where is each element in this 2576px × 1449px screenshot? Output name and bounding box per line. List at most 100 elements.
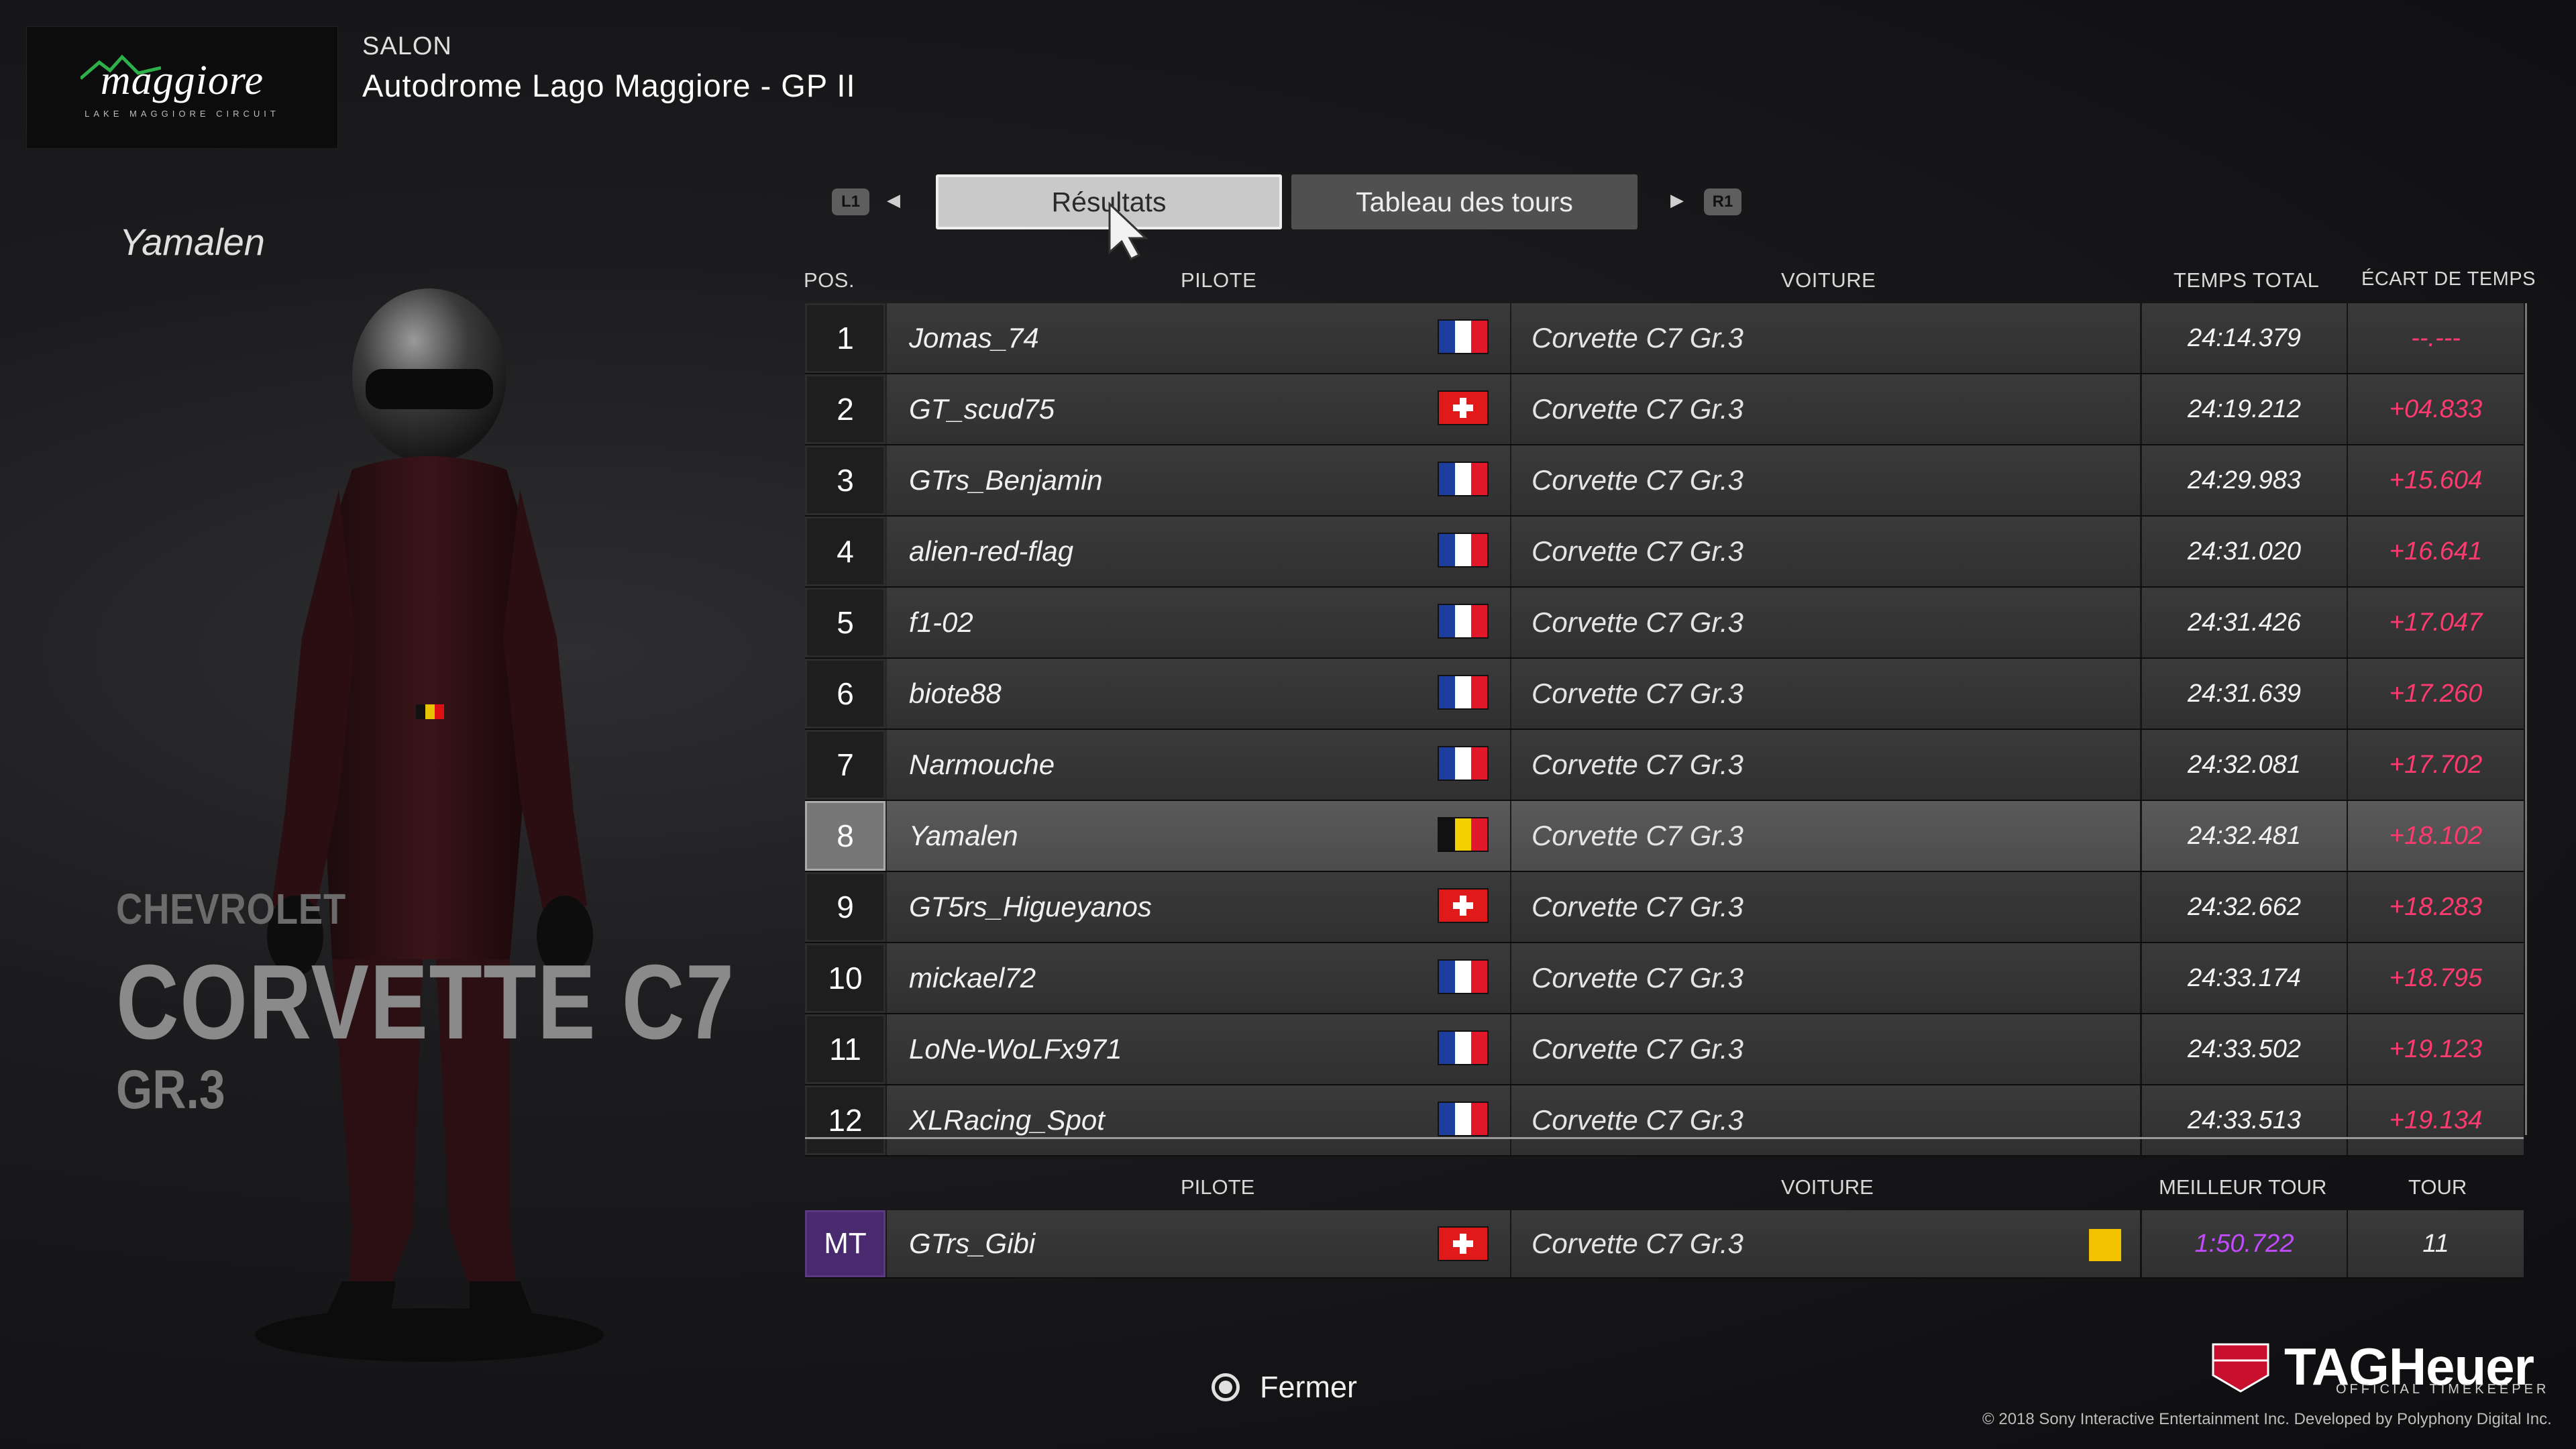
row-pilote-name: GTrs_Benjamin [909, 464, 1103, 496]
row-voiture: Corvette C7 Gr.3 [1511, 1014, 2140, 1084]
row-position: 5 [805, 588, 885, 657]
table-row[interactable]: 3 GTrs_Benjamin Corvette C7 Gr.3 24:29.983 +… [805, 445, 2524, 517]
row-position: 10 [805, 943, 885, 1013]
flag-fr-icon [1438, 604, 1489, 639]
tagheuer-shield-icon [2212, 1343, 2269, 1393]
best-lap-row[interactable]: MT GTrs_Gibi Corvette C7 Gr.3 1:50.722 1… [805, 1210, 2524, 1279]
table-row[interactable]: 8 Yamalen Corvette C7 Gr.3 24:32.481 +18.102 [805, 801, 2524, 872]
scrollbar[interactable] [2525, 303, 2527, 1135]
row-pilote: GT_scud75 [887, 374, 1510, 444]
car-color-swatch-icon [2089, 1229, 2121, 1261]
row-gap: +04.833 [2348, 374, 2524, 444]
row-pilote: mickael72 [887, 943, 1510, 1013]
row-pilote: GTrs_Benjamin [887, 445, 1510, 515]
row-gap: +18.795 [2348, 943, 2524, 1013]
row-gap: +18.283 [2348, 872, 2524, 942]
table-row[interactable]: 1 Jomas_74 Corvette C7 Gr.3 24:14.379 --.--- [805, 303, 2524, 374]
table-row[interactable]: 10 mickael72 Corvette C7 Gr.3 24:33.174 +18.… [805, 943, 2524, 1014]
r1-button-icon[interactable]: R1 [1704, 189, 1741, 215]
table-row[interactable]: 9 GT5rs_Higueyanos Corvette C7 Gr.3 24:32.6… [805, 872, 2524, 943]
row-voiture: Corvette C7 Gr.3 [1511, 1085, 2140, 1155]
row-pilote: biote88 [887, 659, 1510, 729]
flag-fr-icon [1438, 533, 1489, 568]
flag-fr-icon [1438, 1102, 1489, 1136]
tab-lap-table[interactable]: Tableau des tours [1291, 174, 1638, 229]
row-position: 9 [805, 872, 885, 942]
table-row[interactable]: 4 alien-red-flag Corvette C7 Gr.3 24:31.020… [805, 517, 2524, 588]
arrow-right-icon[interactable]: ▶ [1670, 190, 1684, 211]
row-position: 3 [805, 445, 885, 515]
flag-be-icon [1438, 817, 1489, 852]
row-voiture: Corvette C7 Gr.3 [1511, 872, 2140, 942]
track-logo: maggiore LAKE MAGGIORE CIRCUIT [26, 26, 338, 149]
row-voiture: Corvette C7 Gr.3 [1511, 303, 2140, 373]
col-header-voiture: VOITURE [1781, 268, 1876, 292]
col-header-pos: POS. [804, 268, 855, 292]
table-row[interactable]: 7 Narmouche Corvette C7 Gr.3 24:32.081 +17.7… [805, 730, 2524, 801]
l1-button-icon[interactable]: L1 [832, 189, 869, 215]
close-label: Fermer [1260, 1370, 1357, 1404]
row-pilote: Yamalen [887, 801, 1510, 871]
row-total-time: 24:14.379 [2142, 303, 2347, 373]
best-header-lap: TOUR [2408, 1175, 2467, 1199]
copyright: © 2018 Sony Interactive Entertainment In… [1982, 1410, 2552, 1428]
row-position: 7 [805, 730, 885, 800]
row-pilote-name: Yamalen [909, 820, 1018, 851]
flag-ch-icon [1438, 390, 1489, 425]
row-gap: --.--- [2348, 303, 2524, 373]
row-total-time: 24:19.212 [2142, 374, 2347, 444]
row-pilote-name: GT_scud75 [909, 393, 1055, 425]
close-button[interactable]: Fermer [1212, 1370, 1357, 1405]
row-voiture: Corvette C7 Gr.3 [1511, 730, 2140, 800]
row-voiture: Corvette C7 Gr.3 [1511, 517, 2140, 586]
table-row[interactable]: 12 XLRacing_Spot Corvette C7 Gr.3 24:33.513… [805, 1085, 2524, 1157]
best-lap-badge: MT [805, 1210, 885, 1277]
table-row[interactable]: 11 LoNe-WoLFx971 Corvette C7 Gr.3 24:33.502… [805, 1014, 2524, 1085]
row-total-time: 24:32.481 [2142, 801, 2347, 871]
row-voiture: Corvette C7 Gr.3 [1511, 445, 2140, 515]
row-pilote: LoNe-WoLFx971 [887, 1014, 1510, 1084]
row-total-time: 24:31.426 [2142, 588, 2347, 657]
flag-ch-icon [1438, 888, 1489, 923]
table-row[interactable]: 6 biote88 Corvette C7 Gr.3 24:31.639 +17.260 [805, 659, 2524, 730]
row-gap: +19.134 [2348, 1085, 2524, 1155]
driver-name: Yamalen [119, 221, 265, 263]
row-total-time: 24:33.174 [2142, 943, 2347, 1013]
row-total-time: 24:31.020 [2142, 517, 2347, 586]
car-model: CORVETTE C7 [116, 943, 735, 1061]
car-brand: CHEVROLET [116, 885, 347, 933]
track-title: Autodrome Lago Maggiore - GP II [362, 68, 856, 103]
col-header-pilote: PILOTE [1181, 268, 1257, 292]
row-voiture: Corvette C7 Gr.3 [1511, 588, 2140, 657]
row-pilote-name: XLRacing_Spot [909, 1104, 1105, 1136]
best-header-best-lap: MEILLEUR TOUR [2159, 1175, 2327, 1199]
row-voiture: Corvette C7 Gr.3 [1511, 374, 2140, 444]
row-position: 6 [805, 659, 885, 729]
best-header-voiture: VOITURE [1781, 1175, 1874, 1199]
row-gap: +19.123 [2348, 1014, 2524, 1084]
row-pilote-name: mickael72 [909, 962, 1036, 994]
table-divider [805, 1137, 2524, 1139]
flag-fr-icon [1438, 319, 1489, 354]
track-logo-wordmark: maggiore [80, 54, 264, 105]
row-position: 11 [805, 1014, 885, 1084]
table-row[interactable]: 5 f1-02 Corvette C7 Gr.3 24:31.426 +17.047 [805, 588, 2524, 659]
best-lap-time: 1:50.722 [2142, 1210, 2347, 1277]
tagheuer-subtitle: OFFICIAL TIMEKEEPER [2336, 1382, 2550, 1397]
best-header-pilote: PILOTE [1181, 1175, 1255, 1199]
row-gap: +18.102 [2348, 801, 2524, 871]
row-total-time: 24:33.502 [2142, 1014, 2347, 1084]
row-position: 12 [805, 1085, 885, 1155]
driver-avatar [255, 288, 604, 1362]
row-pilote-name: Jomas_74 [909, 322, 1039, 354]
arrow-left-icon[interactable]: ◀ [887, 190, 900, 211]
mountain-icon [80, 54, 161, 80]
flag-fr-icon [1438, 462, 1489, 496]
table-row[interactable]: 2 GT_scud75 Corvette C7 Gr.3 24:19.212 +04.8… [805, 374, 2524, 445]
row-gap: +17.260 [2348, 659, 2524, 729]
row-gap: +16.641 [2348, 517, 2524, 586]
best-lap-car-name: Corvette C7 Gr.3 [1532, 1228, 1743, 1259]
row-position: 1 [805, 303, 885, 373]
flag-fr-icon [1438, 746, 1489, 781]
best-lap-pilote-name: GTrs_Gibi [909, 1228, 1036, 1259]
